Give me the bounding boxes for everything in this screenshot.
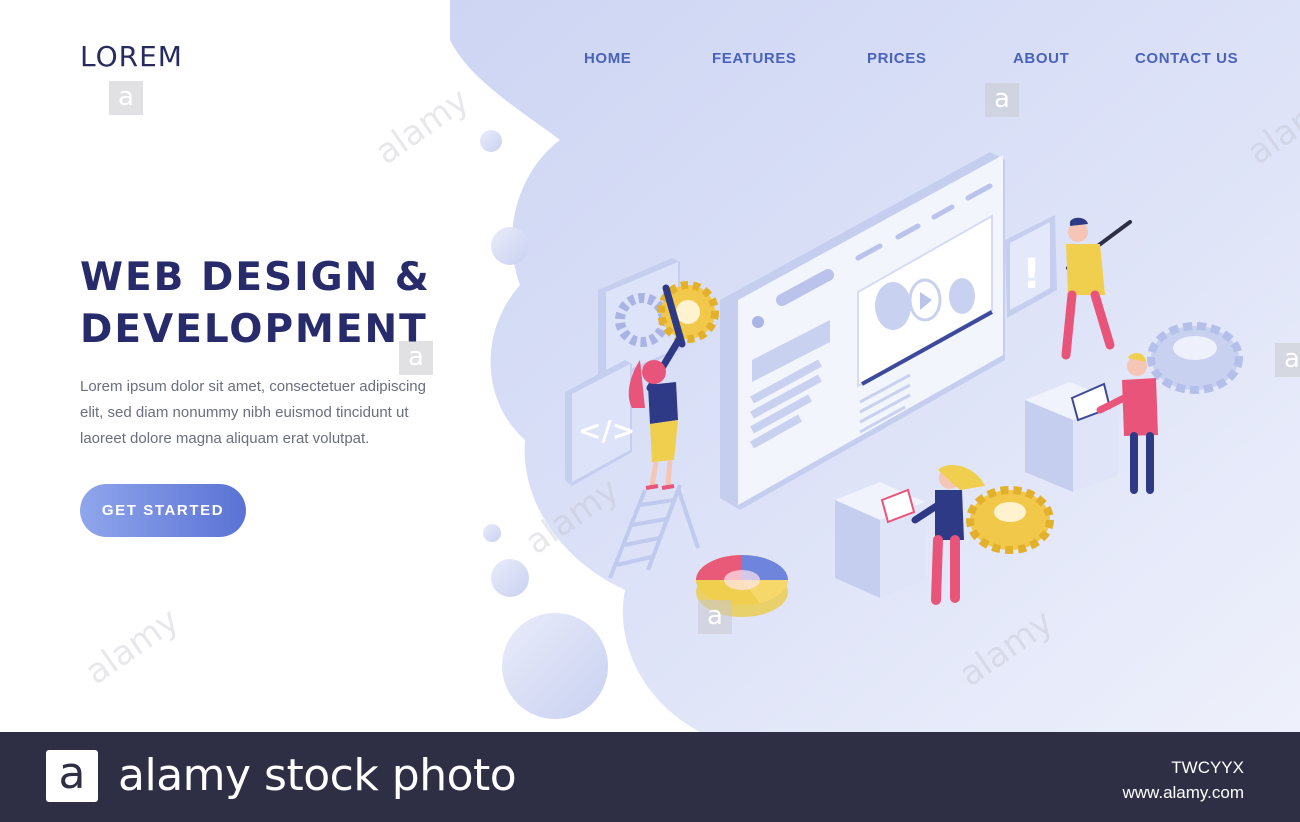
ladder-graphic	[608, 484, 700, 579]
main-nav: HOME FEATURES PRICES ABOUT CONTACT US	[0, 50, 1300, 72]
hero-headline-line-1: WEB DESIGN &	[80, 255, 431, 300]
alamy-badge-icon: a	[46, 750, 98, 802]
alert-card-graphic: !	[1005, 215, 1057, 318]
hero-description: Lorem ipsum dolor sit amet, consectetuer…	[80, 378, 426, 447]
landing-hero: ! </> LOREM HOME FEATURES PRICES ABOUT C…	[0, 0, 1300, 732]
person-with-brush-graphic	[1061, 217, 1132, 360]
nav-contact-us[interactable]: CONTACT US	[1135, 50, 1238, 67]
stock-photo-footer: a alamy stock photo TWCYYX www.alamy.com	[0, 732, 1300, 822]
get-started-button[interactable]: GET STARTED	[80, 484, 246, 537]
image-id: TWCYYX	[1171, 758, 1244, 777]
code-symbol: </>	[578, 414, 635, 447]
hero-headline-line-2: DEVELOPMENT	[80, 307, 428, 352]
nav-home[interactable]: HOME	[584, 50, 631, 67]
desk-right-graphic	[1025, 382, 1118, 492]
browser-window-graphic	[720, 152, 1005, 510]
nav-features[interactable]: FEATURES	[712, 50, 797, 67]
hero-headline: WEB DESIGN & DEVELOPMENT	[80, 252, 431, 356]
desk-left-graphic	[835, 482, 925, 598]
gear-icon-blue	[1147, 322, 1243, 394]
web-design-illustration: ! </>	[565, 152, 1243, 617]
pie-chart-graphic	[696, 555, 788, 617]
nav-about[interactable]: ABOUT	[1013, 50, 1069, 67]
gear-icon-yellow-bottom	[966, 486, 1054, 554]
nav-prices[interactable]: PRICES	[867, 50, 926, 67]
code-card-graphic: </>	[565, 360, 635, 486]
footer-url[interactable]: www.alamy.com	[1122, 783, 1244, 803]
alamy-brand-text: alamy stock photo	[118, 750, 517, 801]
alert-symbol: !	[1022, 249, 1041, 298]
